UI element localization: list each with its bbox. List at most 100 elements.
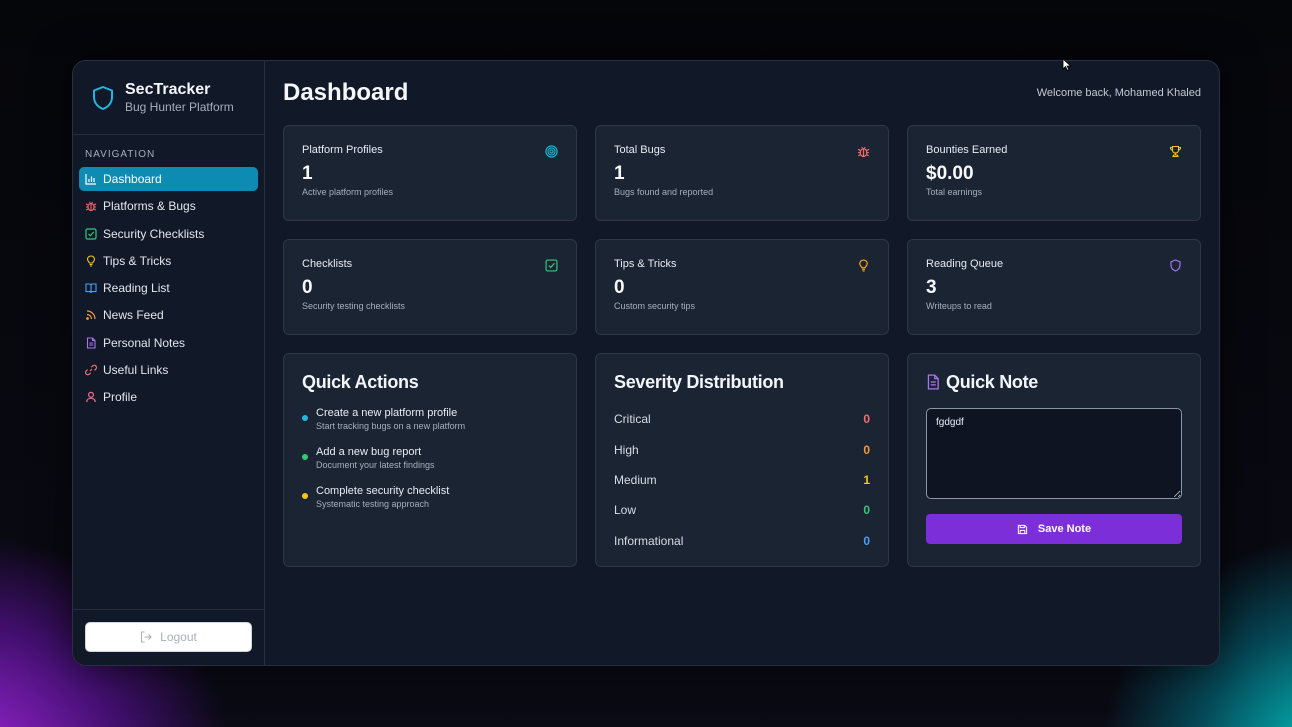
quick-action-create-platform[interactable]: Create a new platform profile Start trac… xyxy=(302,406,558,432)
stat-card-bounties-earned: Bounties Earned $0.00 Total earnings xyxy=(907,125,1201,221)
stat-card-description: Writeups to read xyxy=(926,301,992,311)
stat-card-value: 1 xyxy=(302,163,313,184)
bullet-dot xyxy=(302,493,308,499)
severity-row-low: Low 0 xyxy=(614,495,870,525)
severity-label: Low xyxy=(614,503,637,518)
sidebar-item-label: Tips & Tricks xyxy=(103,253,172,268)
sidebar-nav: Dashboard Platforms & Bugs Security Chec… xyxy=(73,167,264,413)
stat-card-title: Total Bugs xyxy=(614,144,666,156)
stats-grid: Platform Profiles 1 Active platform prof… xyxy=(283,125,1201,567)
book-icon xyxy=(85,283,97,294)
sidebar-item-security-checklists[interactable]: Security Checklists xyxy=(79,222,258,246)
severity-count: 0 xyxy=(863,442,870,457)
quick-actions-panel: Quick Actions Create a new platform prof… xyxy=(283,353,577,567)
bullet-dot xyxy=(302,454,308,460)
sidebar-item-platforms-bugs[interactable]: Platforms & Bugs xyxy=(79,194,258,218)
severity-label: Informational xyxy=(614,533,684,548)
save-note-button[interactable]: Save Note xyxy=(926,514,1182,544)
document-icon xyxy=(86,337,96,349)
save-note-label: Save Note xyxy=(1037,523,1092,535)
sidebar-item-tips-tricks[interactable]: Tips & Tricks xyxy=(79,249,258,273)
stat-card-value: 0 xyxy=(614,277,625,298)
stat-card-description: Security testing checklists xyxy=(302,301,406,311)
quick-action-subtitle: Systematic testing approach xyxy=(316,499,430,509)
stat-card-description: Active platform profiles xyxy=(302,187,394,197)
stat-card-title: Checklists xyxy=(302,258,353,270)
sidebar-item-reading-list[interactable]: Reading List xyxy=(79,276,258,300)
severity-row-medium: Medium 1 xyxy=(614,465,870,495)
lightbulb-icon xyxy=(859,259,868,272)
stat-card-title: Tips & Tricks xyxy=(614,258,677,270)
stat-card-value: 0 xyxy=(302,277,313,298)
sidebar-item-label: Reading List xyxy=(103,281,170,296)
app-window: SecTracker Bug Hunter Platform NAVIGATIO… xyxy=(72,60,1220,666)
sidebar-item-dashboard[interactable]: Dashboard xyxy=(79,167,258,191)
severity-count: 0 xyxy=(863,503,870,518)
quick-action-subtitle: Start tracking bugs on a new platform xyxy=(316,421,466,431)
bullet-dot xyxy=(302,415,308,421)
stat-card-reading-queue: Reading Queue 3 Writeups to read xyxy=(907,239,1201,335)
quick-note-panel: Quick Note Save Note xyxy=(907,353,1201,567)
sidebar-item-label: News Feed xyxy=(103,308,164,323)
stat-card-title: Bounties Earned xyxy=(926,144,1008,156)
stat-card-value: 1 xyxy=(614,163,625,184)
save-icon xyxy=(1017,524,1028,534)
welcome-message: Welcome back, Mohamed Khaled xyxy=(1036,87,1201,99)
rss-icon xyxy=(86,310,96,321)
link-icon xyxy=(85,364,97,376)
sidebar-footer: Logout xyxy=(73,609,264,665)
quick-note-textarea[interactable] xyxy=(926,408,1182,499)
quick-note-heading: Quick Note xyxy=(926,372,1182,392)
stat-card-total-bugs: Total Bugs 1 Bugs found and reported xyxy=(595,125,889,221)
shield-icon xyxy=(93,85,113,110)
trophy-icon xyxy=(1169,145,1182,158)
stat-card-value: 3 xyxy=(926,277,937,298)
bug-icon xyxy=(857,146,870,158)
severity-label: Critical xyxy=(614,412,651,427)
severity-label: Medium xyxy=(614,472,657,487)
quick-action-title: Add a new bug report xyxy=(316,446,422,458)
mouse-cursor-icon xyxy=(1062,58,1072,71)
logout-button[interactable]: Logout xyxy=(85,622,252,652)
quick-action-add-bug[interactable]: Add a new bug report Document your lates… xyxy=(302,445,558,471)
severity-count: 0 xyxy=(863,533,870,548)
quick-action-checklist[interactable]: Complete security checklist Systematic t… xyxy=(302,484,558,510)
severity-list: Critical 0 High 0 Medium 1 Low 0 Informa… xyxy=(614,404,870,556)
user-icon xyxy=(86,392,96,403)
checkbox-icon xyxy=(545,259,558,272)
severity-title: Severity Distribution xyxy=(614,371,784,392)
severity-row-high: High 0 xyxy=(614,434,870,464)
stat-card-description: Total earnings xyxy=(926,187,983,197)
sidebar-item-profile[interactable]: Profile xyxy=(79,385,258,409)
brand-subtitle: Bug Hunter Platform xyxy=(125,99,234,114)
nav-section-label: NAVIGATION xyxy=(85,149,156,160)
brand-title: SecTracker xyxy=(125,80,211,98)
sidebar-item-label: Useful Links xyxy=(103,363,169,378)
quick-action-title: Complete security checklist xyxy=(316,485,450,497)
sidebar-item-label: Security Checklists xyxy=(103,226,205,241)
sidebar-item-personal-notes[interactable]: Personal Notes xyxy=(79,331,258,355)
stat-card-value: $0.00 xyxy=(926,163,974,184)
quick-note-title: Quick Note xyxy=(946,371,1039,392)
stat-card-title: Reading Queue xyxy=(926,258,1004,270)
stat-card-description: Bugs found and reported xyxy=(614,187,714,197)
target-icon xyxy=(545,145,558,158)
quick-actions-list: Create a new platform profile Start trac… xyxy=(302,406,558,510)
quick-action-title: Create a new platform profile xyxy=(316,407,458,419)
bar-chart-icon xyxy=(85,174,96,185)
shield-icon xyxy=(1170,259,1181,272)
sidebar-item-useful-links[interactable]: Useful Links xyxy=(79,358,258,382)
sidebar-item-news-feed[interactable]: News Feed xyxy=(79,303,258,327)
stat-card-platform-profiles: Platform Profiles 1 Active platform prof… xyxy=(283,125,577,221)
stat-card-title: Platform Profiles xyxy=(302,144,383,156)
main-content: Dashboard Welcome back, Mohamed Khaled P… xyxy=(265,61,1219,665)
bug-icon xyxy=(85,202,97,212)
lightbulb-icon xyxy=(86,255,96,267)
sidebar-item-label: Platforms & Bugs xyxy=(103,199,196,214)
severity-count: 0 xyxy=(863,412,870,427)
sidebar: SecTracker Bug Hunter Platform NAVIGATIO… xyxy=(73,61,265,665)
logout-label: Logout xyxy=(160,630,197,644)
stat-card-tips-tricks: Tips & Tricks 0 Custom security tips xyxy=(595,239,889,335)
severity-label: High xyxy=(614,442,639,457)
severity-count: 1 xyxy=(863,472,870,487)
